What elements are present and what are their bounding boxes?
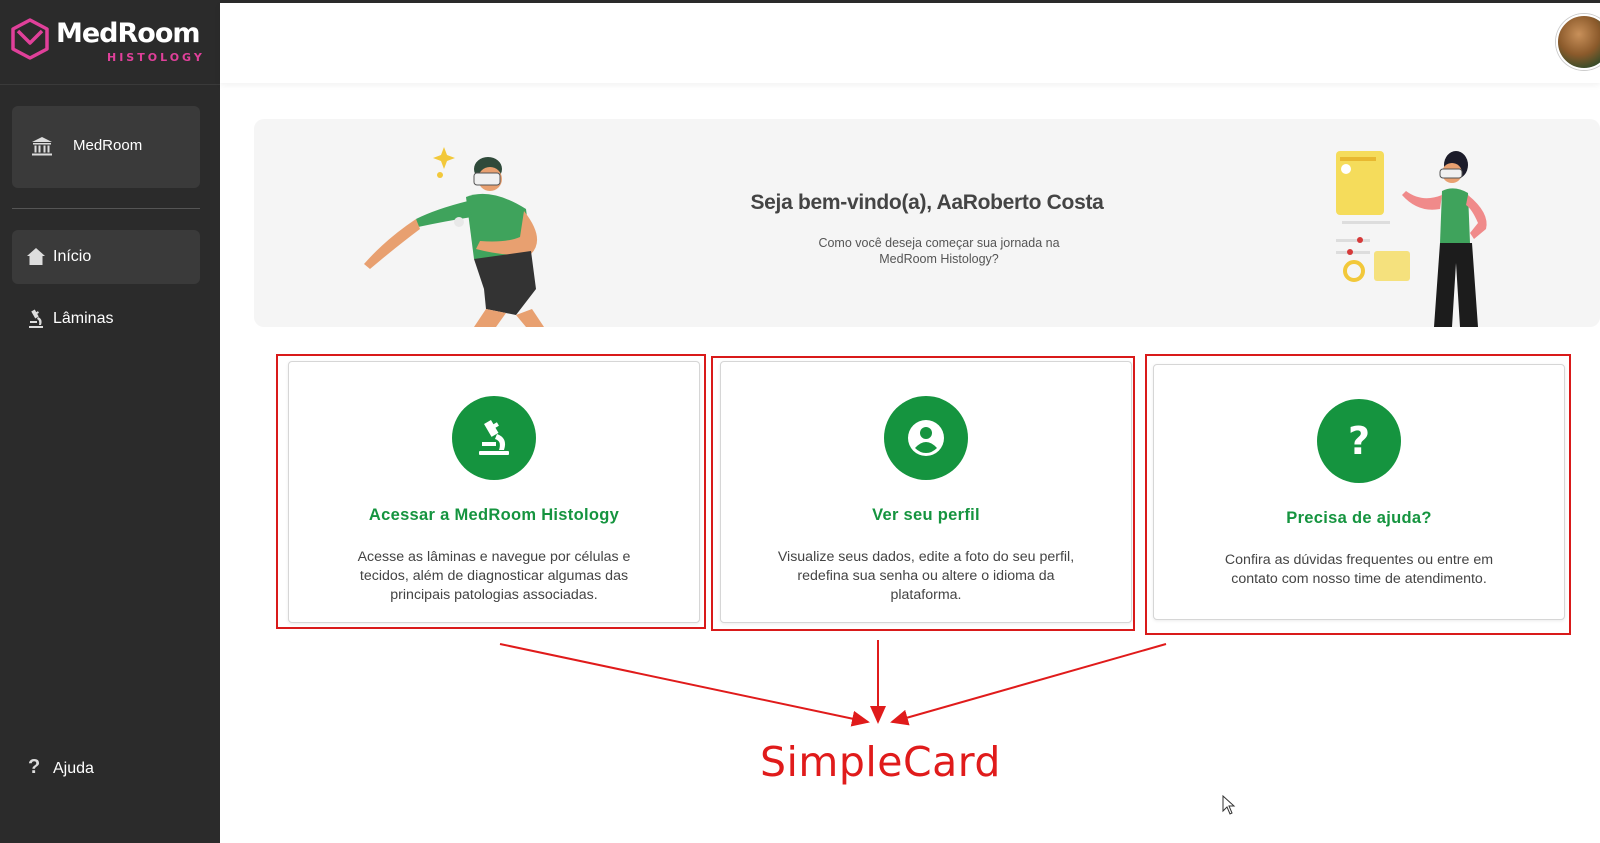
simplecard-annotation-label: SimpleCard: [760, 738, 1001, 786]
mouse-cursor-icon: [1222, 795, 1236, 815]
annotation-arrows: [499, 640, 1167, 727]
